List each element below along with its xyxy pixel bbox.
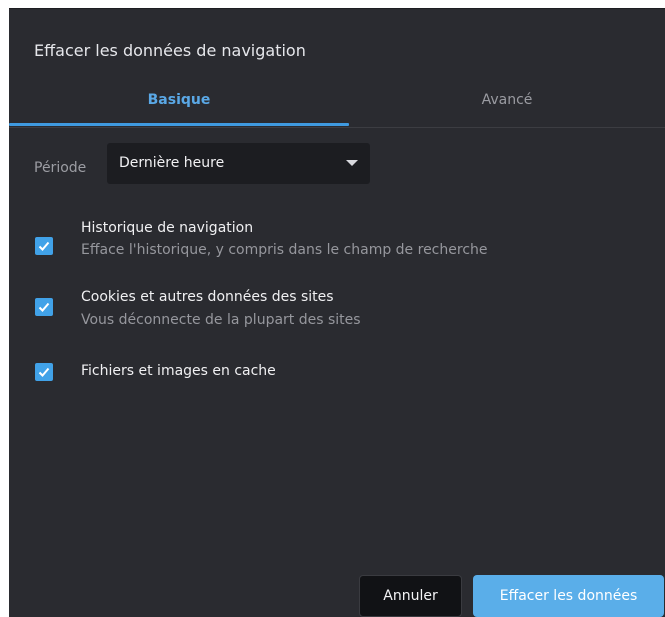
option-subtitle: Vous déconnecte de la plupart des sites: [81, 312, 361, 328]
option-title: Historique de navigation: [81, 220, 254, 236]
checkbox-browsing-history[interactable]: [35, 237, 53, 255]
cancel-button[interactable]: Annuler: [359, 575, 462, 617]
period-label: Période: [34, 160, 87, 176]
tab-advanced[interactable]: Avancé: [349, 89, 665, 125]
option-title: Cookies et autres données des sites: [81, 289, 334, 305]
clear-browsing-data-dialog: Effacer les données de navigation Basiqu…: [9, 8, 665, 617]
tab-basic[interactable]: Basique: [9, 89, 349, 125]
active-tab-indicator: [9, 123, 349, 126]
option-subtitle: Efface l'historique, y compris dans le c…: [81, 242, 488, 258]
chevron-down-icon: [346, 160, 358, 166]
check-icon: [38, 367, 50, 377]
dialog-title: Effacer les données de navigation: [34, 41, 306, 60]
checkbox-cached-files[interactable]: [35, 363, 53, 381]
check-icon: [38, 302, 50, 312]
check-icon: [38, 241, 50, 251]
period-dropdown[interactable]: Dernière heure: [107, 143, 370, 184]
option-title: Fichiers et images en cache: [81, 363, 276, 379]
period-selected-value: Dernière heure: [119, 155, 225, 171]
tab-bar: Basique Avancé: [9, 89, 665, 128]
clear-data-button[interactable]: Effacer les données: [473, 575, 664, 617]
checkbox-cookies[interactable]: [35, 298, 53, 316]
